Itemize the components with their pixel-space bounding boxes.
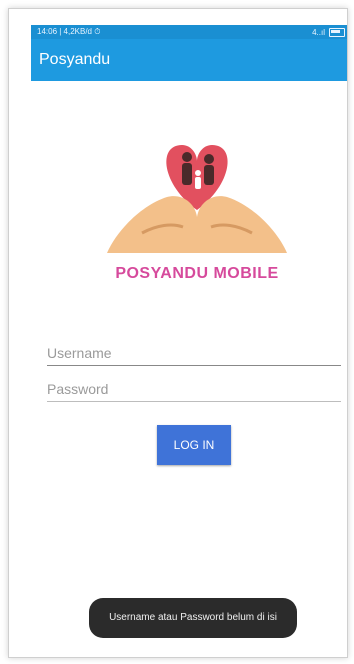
signal-icon: 4..ıl xyxy=(312,27,325,37)
family-heart-hands-icon xyxy=(107,145,287,253)
phone-screen: 14:06 | 4,2KB/d ⏱ 4..ıl Posyandu POSYAND… xyxy=(31,25,347,657)
status-bar: 14:06 | 4,2KB/d ⏱ 4..ıl xyxy=(31,25,347,39)
username-field[interactable]: Username xyxy=(47,345,341,366)
battery-icon xyxy=(329,27,345,37)
logo-text: POSYANDU MOBILE xyxy=(115,265,279,282)
app-bar: Posyandu xyxy=(31,39,347,81)
posyandu-logo: POSYANDU MOBILE xyxy=(87,135,307,295)
status-icons: 4..ıl xyxy=(312,27,345,37)
screenshot-frame: 14:06 | 4,2KB/d ⏱ 4..ıl Posyandu POSYAND… xyxy=(8,8,348,658)
toast-message: Username atau Password belum di isi xyxy=(89,598,297,638)
status-time: 14:06 | 4,2KB/d ⏱ xyxy=(37,27,101,36)
password-field[interactable]: Password xyxy=(47,381,341,402)
login-button[interactable]: LOG IN xyxy=(157,425,231,465)
app-title: Posyandu xyxy=(39,51,111,68)
